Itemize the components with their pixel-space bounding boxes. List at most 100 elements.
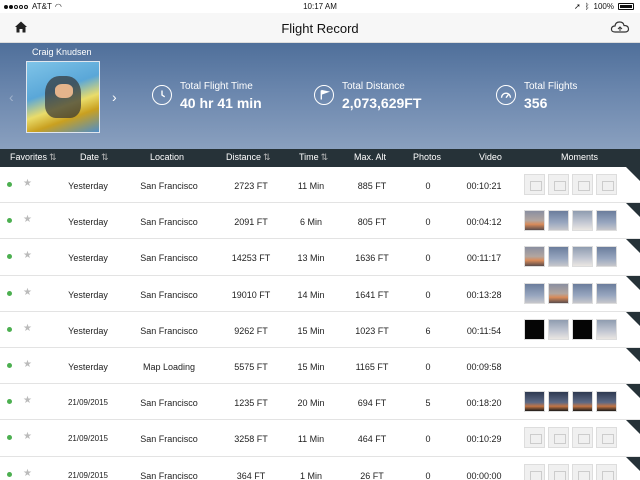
moments-strip (524, 463, 617, 480)
corner-menu-icon[interactable] (626, 384, 640, 399)
stat-label: Total Distance (342, 81, 405, 92)
column-distance[interactable]: Distance ⇅ (226, 152, 271, 163)
star-icon[interactable]: ★ (23, 178, 32, 189)
star-icon[interactable]: ★ (23, 468, 32, 479)
moment-thumbnail[interactable] (548, 391, 569, 413)
sort-icon: ⇅ (320, 152, 329, 162)
status-dot (7, 218, 12, 224)
moment-thumbnail[interactable] (572, 282, 593, 304)
corner-menu-icon[interactable] (626, 420, 640, 435)
table-row[interactable]: ★ Yesterday San Francisco 9262 FT 15 Min 1023… (0, 311, 640, 348)
moment-thumbnail[interactable] (596, 210, 617, 232)
moment-thumbnail[interactable] (548, 174, 569, 195)
moment-thumbnail[interactable] (596, 246, 617, 268)
status-bar: AT&T ◠ 10:17 AM ➚ ᛒ 100% (0, 0, 640, 13)
star-icon[interactable]: ★ (23, 250, 32, 261)
cell-max-alt: 1641 FT (355, 289, 389, 300)
moment-thumbnail[interactable] (572, 391, 593, 413)
cloud-sync-icon[interactable] (610, 19, 630, 35)
star-icon[interactable]: ★ (23, 395, 32, 406)
moment-thumbnail[interactable] (596, 463, 617, 480)
stat-value: 2,073,629FT (342, 95, 422, 111)
table-row[interactable]: ★ 21/09/2015 San Francisco 1235 FT 20 Min 694… (0, 384, 640, 421)
moment-thumbnail[interactable] (572, 174, 593, 195)
moment-thumbnail[interactable] (524, 282, 545, 304)
moment-thumbnail[interactable] (572, 318, 593, 340)
corner-menu-icon[interactable] (626, 311, 640, 326)
cell-video: 00:10:29 (466, 434, 502, 445)
table-row[interactable]: ★ Yesterday Map Loading 5575 FT 15 Min 1165 F… (0, 347, 640, 385)
chevron-right-icon[interactable]: › (112, 89, 117, 105)
table-row[interactable]: ★ Yesterday San Francisco 2723 FT 11 Min 885 … (0, 167, 640, 204)
cell-time: 13 Min (297, 253, 325, 264)
column-date[interactable]: Date ⇅ (80, 152, 109, 163)
clock-icon (152, 85, 172, 105)
star-icon[interactable]: ★ (23, 359, 32, 370)
corner-menu-icon[interactable] (626, 167, 640, 181)
moment-thumbnail[interactable] (596, 174, 617, 195)
moment-thumbnail[interactable] (524, 318, 545, 340)
moment-thumbnail[interactable] (596, 282, 617, 304)
cell-time: 11 Min (297, 181, 325, 191)
moment-thumbnail[interactable] (524, 391, 545, 413)
nav-bar: Flight Record (0, 13, 640, 43)
corner-menu-icon[interactable] (626, 275, 640, 290)
cell-photos: 0 (425, 434, 431, 445)
moment-thumbnail[interactable] (524, 427, 545, 449)
corner-menu-icon[interactable] (626, 203, 640, 218)
stat-label: Total Flights (524, 81, 578, 92)
moments-strip (524, 318, 617, 340)
table-row[interactable]: ★ Yesterday San Francisco 2091 FT 6 Min 805 F… (0, 203, 640, 240)
moment-thumbnail[interactable] (572, 246, 593, 268)
cell-video: 00:04:12 (466, 217, 502, 228)
moment-thumbnail[interactable] (524, 210, 545, 232)
cell-distance: 19010 FT (231, 289, 271, 300)
stat-value: 40 hr 41 min (180, 95, 262, 111)
cell-photos: 0 (425, 217, 431, 228)
column-label: Favorites (10, 152, 48, 162)
moment-thumbnail[interactable] (596, 391, 617, 413)
cell-location: San Francisco (140, 253, 198, 264)
moment-thumbnail[interactable] (548, 210, 569, 232)
moment-thumbnail[interactable] (548, 318, 569, 340)
corner-menu-icon[interactable] (626, 239, 640, 254)
star-icon[interactable]: ★ (23, 287, 32, 298)
moment-thumbnail[interactable] (572, 463, 593, 480)
moment-thumbnail[interactable] (596, 427, 617, 449)
battery-icon (618, 3, 634, 10)
avatar[interactable] (26, 61, 100, 133)
table-row[interactable]: ★ Yesterday San Francisco 19010 FT 14 Min 164… (0, 275, 640, 312)
star-icon[interactable]: ★ (23, 323, 32, 334)
moment-thumbnail[interactable] (524, 246, 545, 268)
cell-max-alt: 464 FT (357, 434, 387, 445)
moment-thumbnail[interactable] (572, 210, 593, 232)
table-row[interactable]: ★ 21/09/2015 San Francisco 3258 FT 11 Min 464… (0, 420, 640, 457)
moment-thumbnail[interactable] (548, 246, 569, 268)
moments-strip (524, 246, 617, 268)
column-time[interactable]: Time ⇅ (299, 152, 328, 163)
cell-date: Yesterday (68, 289, 108, 300)
column-label: Moments (561, 152, 599, 162)
moment-thumbnail[interactable] (524, 463, 545, 480)
cell-video: 00:00:00 (466, 470, 502, 480)
corner-menu-icon[interactable] (626, 456, 640, 471)
column-favorites[interactable]: Favorites ⇅ (10, 152, 57, 163)
moment-thumbnail[interactable] (548, 282, 569, 304)
moment-thumbnail[interactable] (524, 174, 545, 195)
cell-distance: 2723 FT (234, 181, 268, 191)
moment-thumbnail[interactable] (548, 427, 569, 449)
star-icon[interactable]: ★ (23, 214, 32, 225)
moment-thumbnail[interactable] (596, 318, 617, 340)
stat-label: Total Flight Time (180, 81, 253, 92)
page-title: Flight Record (281, 21, 359, 36)
column-photos: Photos (413, 152, 441, 162)
table-row[interactable]: ★ 21/09/2015 San Francisco 364 FT 1 Min 26 FT… (0, 456, 640, 480)
column-video: Video (479, 152, 502, 162)
moment-thumbnail[interactable] (572, 427, 593, 449)
flight-list: ★ Yesterday San Francisco 2723 FT 11 Min 885 … (0, 167, 640, 480)
corner-menu-icon[interactable] (626, 347, 640, 362)
star-icon[interactable]: ★ (23, 431, 32, 442)
table-row[interactable]: ★ Yesterday San Francisco 14253 FT 13 Min 163… (0, 239, 640, 276)
chevron-left-icon[interactable]: ‹ (9, 89, 14, 105)
moment-thumbnail[interactable] (548, 463, 569, 480)
